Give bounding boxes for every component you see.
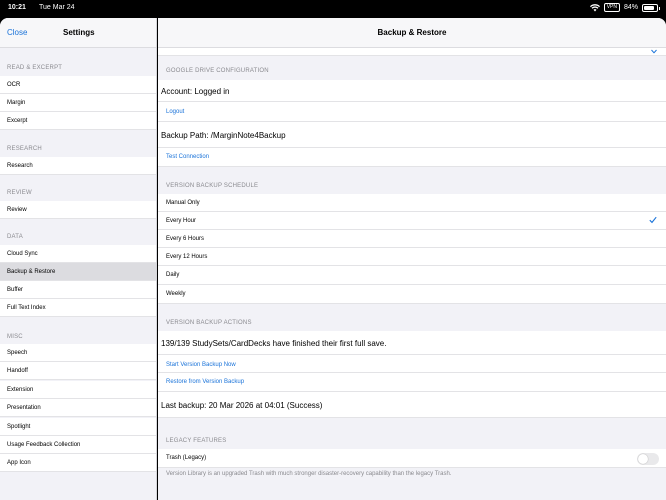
chevron-down-icon: [651, 49, 657, 54]
logout-button[interactable]: Logout: [166, 109, 184, 115]
sidebar-item-label: Review: [7, 207, 27, 213]
sidebar-item-review[interactable]: Review: [0, 201, 156, 219]
schedule-option-label: Manual Only: [166, 200, 200, 206]
sidebar-item-ocr[interactable]: OCR: [0, 76, 156, 94]
schedule-option-every-6-hours[interactable]: Every 6 Hours: [158, 230, 666, 248]
sidebar-item-label: Margin: [7, 100, 26, 106]
schedule-option-every-12-hours[interactable]: Every 12 Hours: [158, 248, 666, 266]
sidebar-item-spotlight[interactable]: Spotlight: [0, 418, 156, 436]
settings-sidebar: Close Settings READ & EXCERPT OCR Margin…: [0, 18, 157, 500]
backup-path: Backup Path: /MarginNote4Backup: [161, 131, 286, 140]
sidebar-item-label: Speech: [7, 350, 28, 356]
battery-icon: [642, 3, 660, 12]
trash-legacy-label: Trash (Legacy): [166, 455, 207, 461]
sidebar-item-margin[interactable]: Margin: [0, 94, 156, 112]
schedule-option-label: Every 6 Hours: [166, 236, 205, 242]
sidebar-item-speech[interactable]: Speech: [0, 344, 156, 362]
sidebar-title: Settings: [63, 28, 95, 37]
sidebar-item-label: Research: [7, 163, 33, 169]
sidebar-item-label: Cloud Sync: [7, 251, 38, 257]
wifi-icon: [589, 3, 600, 11]
sidebar-item-excerpt[interactable]: Excerpt: [0, 112, 156, 130]
page-title: Backup & Restore: [377, 28, 447, 37]
trash-legacy-row: Trash (Legacy): [158, 449, 666, 468]
sidebar-item-usage-feedback[interactable]: Usage Feedback Collection: [0, 436, 156, 454]
sidebar-nav-bar: Close Settings: [0, 18, 156, 48]
close-button[interactable]: Close: [7, 28, 27, 37]
scrolled-row-edge: [158, 48, 666, 56]
toggle-knob: [638, 454, 648, 464]
schedule-option-label: Every Hour: [166, 218, 197, 224]
section-header-schedule: VERSION BACKUP SCHEDULE: [166, 183, 259, 189]
restore-backup-row[interactable]: Restore from Version Backup: [158, 373, 666, 392]
legacy-footnote: Version Library is an upgraded Trash wit…: [166, 471, 452, 477]
last-backup-status: Last backup: 20 Mar 2026 at 04:01 (Succe…: [161, 401, 323, 410]
sidebar-item-full-text-index[interactable]: Full Text Index: [0, 299, 156, 317]
trash-legacy-toggle[interactable]: [637, 453, 659, 465]
sidebar-item-handoff[interactable]: Handoff: [0, 362, 156, 380]
sidebar-item-label: App Icon: [7, 460, 31, 466]
sidebar-item-presentation[interactable]: Presentation: [0, 399, 156, 417]
section-header-google-drive: GOOGLE DRIVE CONFIGURATION: [166, 68, 269, 74]
schedule-option-label: Every 12 Hours: [166, 254, 208, 260]
save-status-row: 139/139 StudySets/CardDecks have finishe…: [158, 331, 666, 355]
sidebar-item-label: Extension: [7, 387, 34, 393]
account-row: Account: Logged in: [158, 80, 666, 102]
battery-percent: 84%: [623, 4, 638, 11]
schedule-option-label: Daily: [166, 272, 180, 278]
backup-path-row: Backup Path: /MarginNote4Backup: [158, 122, 666, 148]
sidebar-item-cloud-sync[interactable]: Cloud Sync: [0, 245, 156, 263]
sidebar-item-label: Handoff: [7, 368, 28, 374]
main-nav-bar: Backup & Restore: [158, 18, 666, 48]
sidebar-item-backup-restore[interactable]: Backup & Restore: [0, 263, 156, 281]
section-header-misc: MISC: [7, 334, 23, 340]
logout-row[interactable]: Logout: [158, 102, 666, 122]
save-status: 139/139 StudySets/CardDecks have finishe…: [161, 339, 387, 348]
account-status: Account: Logged in: [161, 87, 230, 96]
schedule-option-label: Weekly: [166, 291, 186, 297]
vpn-badge: VPN: [603, 3, 620, 12]
sidebar-item-label: Excerpt: [7, 118, 28, 124]
section-header-legacy: LEGACY FEATURES: [166, 438, 227, 444]
test-connection-row[interactable]: Test Connection: [158, 148, 666, 167]
sidebar-item-label: Spotlight: [7, 424, 31, 430]
section-header-review: REVIEW: [7, 190, 32, 196]
sidebar-item-research[interactable]: Research: [0, 157, 156, 175]
section-header-data: DATA: [7, 234, 23, 240]
sidebar-item-label: Backup & Restore: [7, 269, 56, 275]
checkmark-icon: [649, 216, 657, 224]
start-backup-button[interactable]: Start Version Backup Now: [166, 362, 236, 368]
status-bar: 10:21 Tue Mar 24 VPN 84%: [0, 0, 666, 18]
last-backup-row: Last backup: 20 Mar 2026 at 04:01 (Succe…: [158, 392, 666, 418]
sidebar-item-label: Usage Feedback Collection: [7, 442, 81, 448]
battery-fill: [644, 5, 655, 10]
sidebar-item-label: Buffer: [7, 287, 23, 293]
schedule-option-every-hour[interactable]: Every Hour: [158, 212, 666, 230]
test-connection-button[interactable]: Test Connection: [166, 154, 209, 160]
section-header-read-excerpt: READ & EXCERPT: [7, 65, 63, 71]
status-right: VPN 84%: [589, 3, 660, 12]
section-header-research: RESEARCH: [7, 146, 42, 152]
status-date: Tue Mar 24: [39, 4, 75, 11]
sidebar-item-label: OCR: [7, 82, 21, 88]
sidebar-item-label: Full Text Index: [7, 305, 46, 311]
restore-backup-button[interactable]: Restore from Version Backup: [166, 379, 244, 385]
sidebar-item-app-icon[interactable]: App Icon: [0, 454, 156, 472]
sidebar-item-buffer[interactable]: Buffer: [0, 281, 156, 299]
section-header-actions: VERSION BACKUP ACTIONS: [166, 320, 252, 326]
schedule-option-weekly[interactable]: Weekly: [158, 285, 666, 304]
sidebar-item-label: Presentation: [7, 405, 41, 411]
status-time: 10:21: [8, 4, 26, 11]
backup-restore-panel: Backup & Restore GOOGLE DRIVE CONFIGURAT…: [158, 18, 666, 500]
start-backup-row[interactable]: Start Version Backup Now: [158, 355, 666, 373]
schedule-option-daily[interactable]: Daily: [158, 266, 666, 285]
schedule-option-manual[interactable]: Manual Only: [158, 194, 666, 212]
sidebar-item-extension[interactable]: Extension: [0, 381, 156, 399]
